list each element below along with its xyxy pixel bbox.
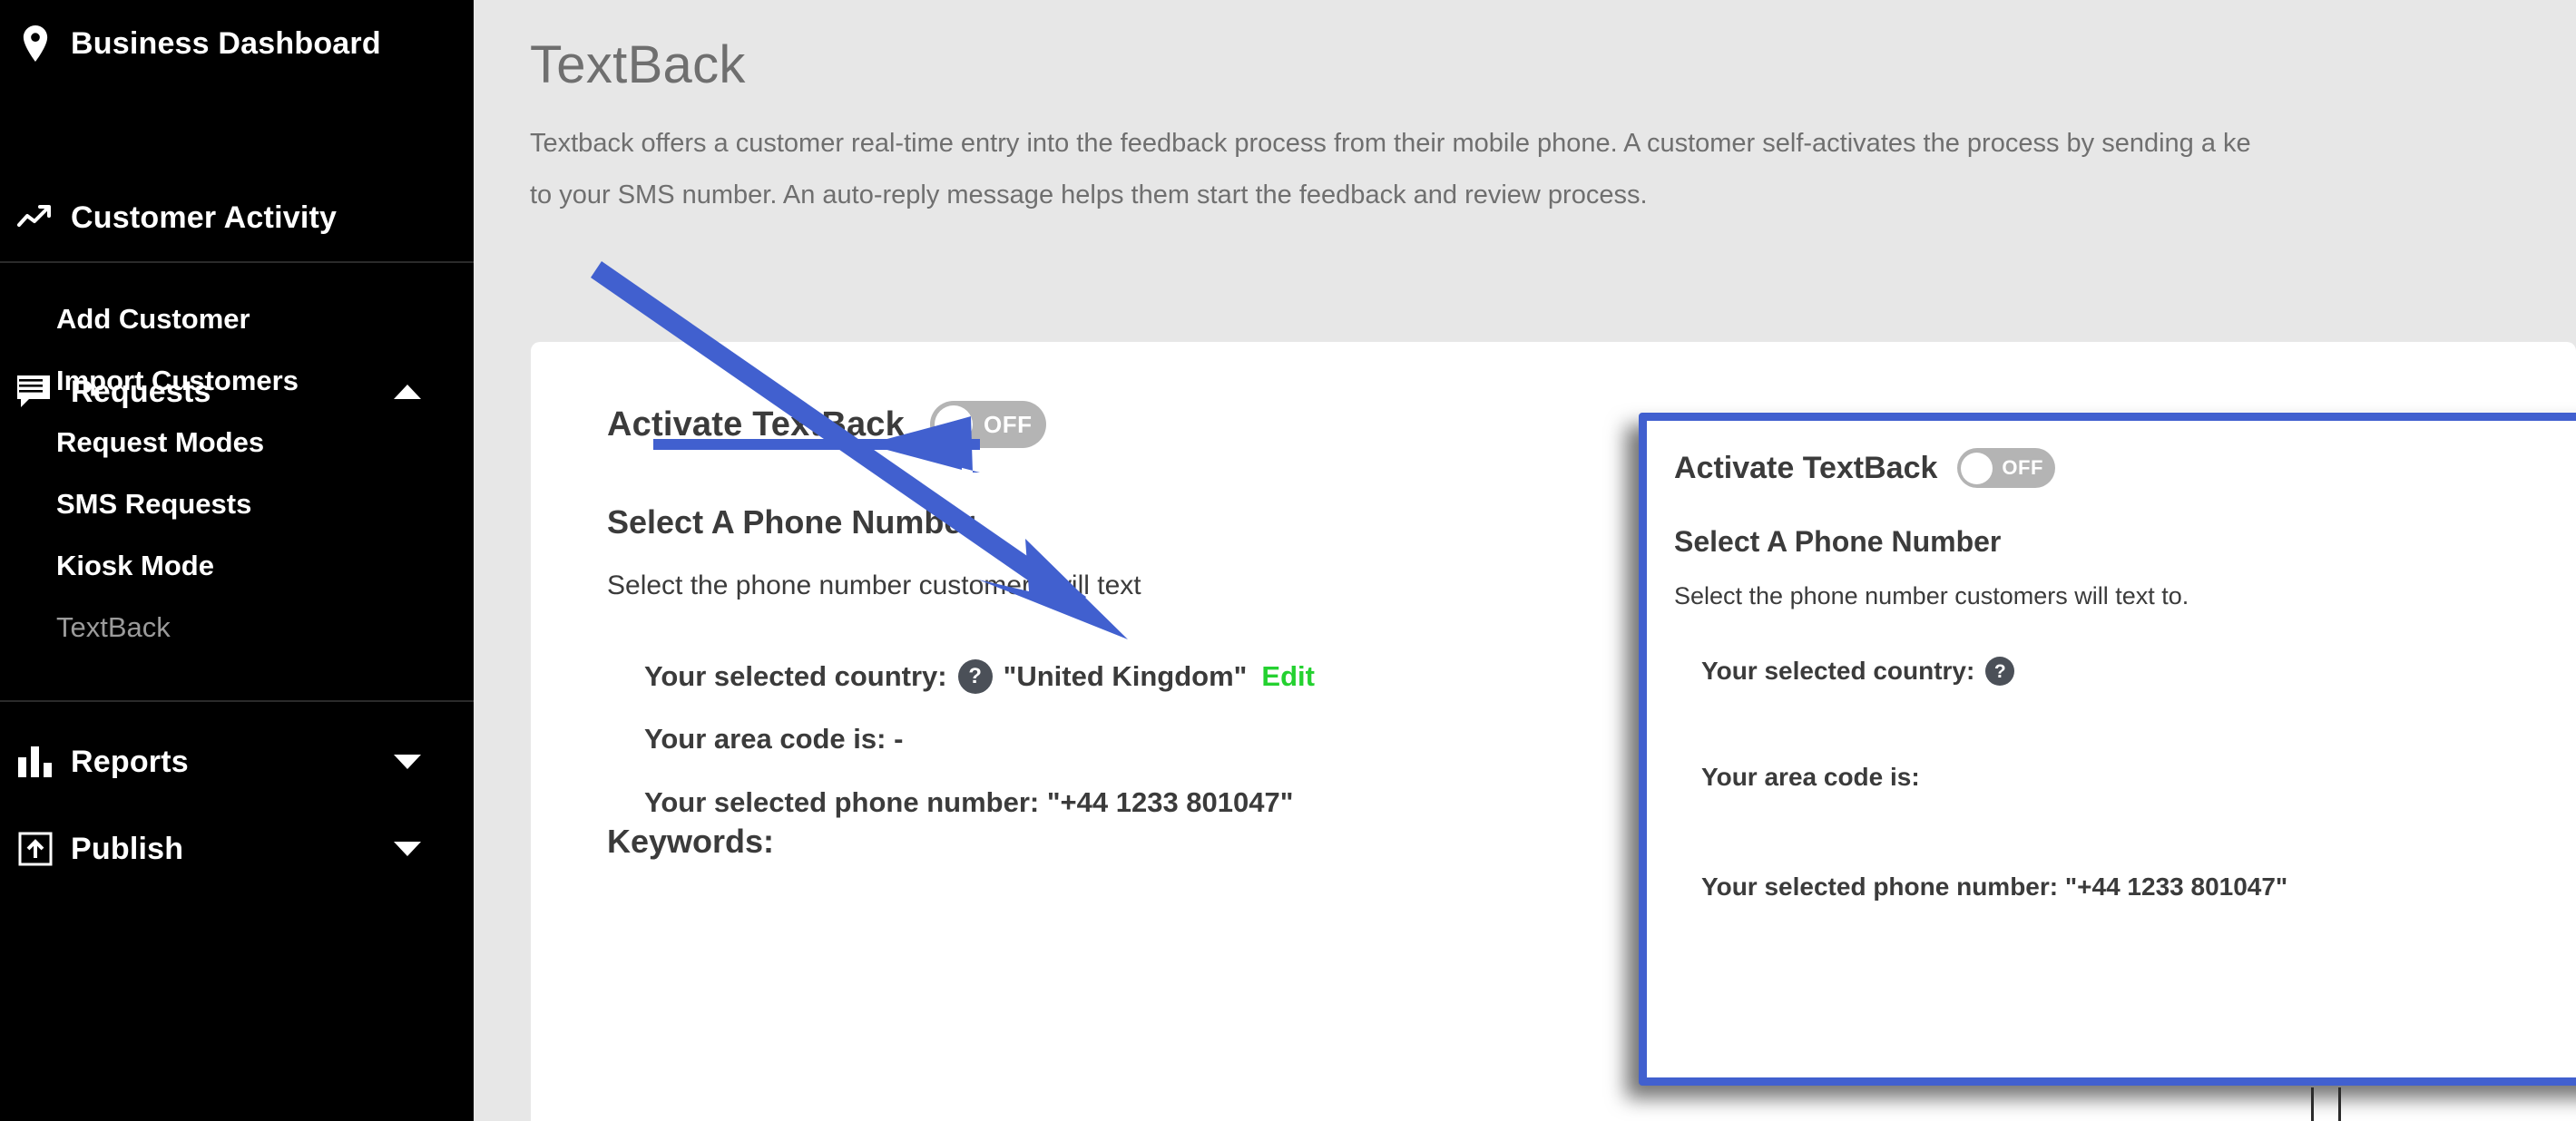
sidebar-item-kiosk-mode[interactable]: Kiosk Mode [0,535,474,597]
activate-textback-label: Activate TextBack [607,405,905,444]
sidebar-subitem-label: Kiosk Mode [56,550,214,581]
inset-select-phone-number-subtext: Select the phone number customers will t… [1674,582,2189,609]
page-title: TextBack [530,35,746,94]
help-question-icon[interactable]: ? [957,659,993,694]
sidebar-subitem-label: TextBack [56,611,171,643]
toggle-state-label: OFF [983,410,1033,438]
inset-selected-country-row: Your selected country: ? [1701,657,2015,686]
page-description: Textback offers a customer real-time ent… [530,118,2576,221]
sidebar-subitem-label: SMS Requests [56,488,252,520]
inset-selected-phone-number-text: Your selected phone number: "+44 1233 80… [1701,872,2288,901]
selected-country-value: "United Kingdom" [1003,660,1248,692]
sidebar-item-publish[interactable]: Publish [0,805,474,892]
sidebar-item-import-customers[interactable]: Import Customers [0,350,474,412]
sidebar-item-label: Publish [71,831,184,866]
inset-area-code-text: Your area code is: [1701,763,1920,791]
sidebar-top-group: Business Dashboard Customer Activity Req… [0,0,474,866]
inset-toggle-knob [1961,452,1993,484]
area-code-row: Your area code is: - [644,723,903,755]
sidebar-requests-submenu: Add Customer Import Customers Request Mo… [0,261,474,702]
selected-country-label: Your selected country: [644,660,947,692]
page-description-line-1: Textback offers a customer real-time ent… [530,129,2251,158]
activate-textback-toggle[interactable]: OFF [929,401,1046,448]
sidebar-item-add-customer[interactable]: Add Customer [0,288,474,350]
trend-line-icon [0,203,71,232]
guide-line-right [2338,1087,2341,1121]
app-root: Business Dashboard Customer Activity Req… [0,0,2576,1121]
inset-activate-textback-toggle[interactable]: OFF [1957,448,2056,488]
sidebar-item-label: Reports [71,744,189,779]
sidebar-subitem-label: Add Customer [56,303,250,335]
inset-activate-textback-row: Activate TextBack OFF [1674,448,2056,488]
chevron-down-icon[interactable] [394,842,421,856]
activate-textback-row: Activate TextBack OFF [607,401,1046,448]
sidebar-item-business-dashboard[interactable]: Business Dashboard [0,0,474,87]
publish-upload-icon [0,832,71,866]
selected-phone-number-text: Your selected phone number: "+44 1233 80… [644,786,1294,818]
sidebar-item-reports[interactable]: Reports [0,718,474,805]
inset-select-phone-number-heading: Select A Phone Number [1674,525,2002,558]
zoomed-inset-panel: Activate TextBack OFF Select A Phone Num… [1639,413,2576,1086]
edit-country-link[interactable]: Edit [1261,660,1315,693]
sidebar-item-textback[interactable]: TextBack [0,597,474,658]
guide-line-left [2311,1087,2314,1121]
inset-help-question-icon[interactable]: ? [1985,657,2015,686]
sidebar-item-request-modes[interactable]: Request Modes [0,412,474,473]
inset-area-code-row: Your area code is: [1701,763,1920,792]
page-description-line-2: to your SMS number. An auto-reply messag… [530,180,1648,210]
sidebar-subitem-label: Request Modes [56,426,265,458]
selected-country-row: Your selected country: ? "United Kingdom… [644,659,1315,694]
sidebar-item-customer-activity[interactable]: Customer Activity [0,174,474,261]
sidebar-item-sms-requests[interactable]: SMS Requests [0,473,474,535]
toggle-knob [934,405,973,444]
inset-toggle-state-label: OFF [2002,456,2043,479]
sidebar-item-label: Customer Activity [71,200,338,235]
select-phone-number-subtext: Select the phone number customers will t… [607,570,1141,600]
sidebar-item-label: Business Dashboard [71,25,381,61]
inset-selected-phone-number-row: Your selected phone number: "+44 1233 80… [1701,872,2287,902]
location-pin-icon [0,25,71,62]
selected-phone-number-row: Your selected phone number: "+44 1233 80… [644,786,1293,819]
keywords-heading: Keywords: [607,823,775,860]
inset-selected-country-label: Your selected country: [1701,657,1975,685]
sidebar-nav: Business Dashboard Customer Activity Req… [0,0,474,1121]
bar-chart-icon [0,746,71,777]
chevron-down-icon[interactable] [394,755,421,769]
inset-activate-textback-label: Activate TextBack [1674,450,1938,485]
select-phone-number-heading: Select A Phone Number [607,503,975,541]
area-code-text: Your area code is: - [644,723,904,755]
sidebar-subitem-label: Import Customers [56,365,299,396]
